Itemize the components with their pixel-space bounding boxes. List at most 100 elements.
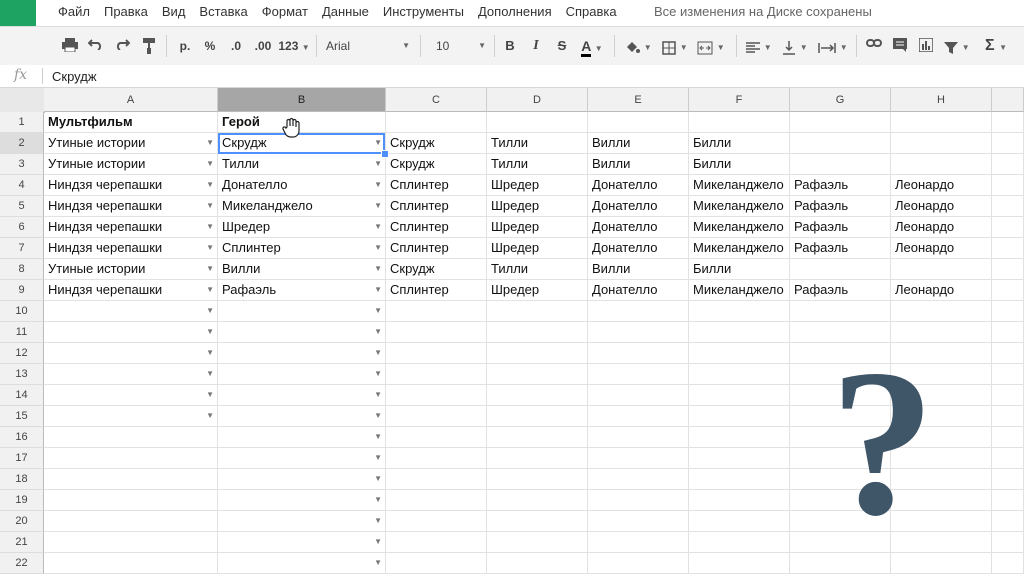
cell-f8[interactable]: Билли xyxy=(689,259,790,280)
cell-d14[interactable] xyxy=(487,385,588,406)
cell-c21[interactable] xyxy=(386,532,487,553)
cell-b17[interactable]: ▼ xyxy=(218,448,386,469)
dropdown-arrow-icon[interactable]: ▼ xyxy=(206,322,214,342)
dropdown-arrow-icon[interactable]: ▼ xyxy=(206,385,214,405)
cell-f1[interactable] xyxy=(689,112,790,133)
cell-e14[interactable] xyxy=(588,385,689,406)
horizontal-align-dropdown[interactable]: ▼ xyxy=(744,36,774,56)
cell-b4[interactable]: Донателло ▼ xyxy=(218,175,386,196)
menu-format[interactable]: Формат xyxy=(262,4,308,19)
cell-c6[interactable]: Сплинтер xyxy=(386,217,487,238)
cell-d3[interactable]: Тилли xyxy=(487,154,588,175)
cell-b13[interactable]: ▼ xyxy=(218,364,386,385)
row-header-2[interactable]: 2 xyxy=(0,133,44,154)
row-header-3[interactable]: 3 xyxy=(0,154,44,175)
cell-a4[interactable]: Ниндзя черепашки ▼ xyxy=(44,175,218,196)
cell-e10[interactable] xyxy=(588,301,689,322)
font-size-dropdown[interactable]: 10 ▼ xyxy=(430,36,490,56)
dropdown-arrow-icon[interactable]: ▼ xyxy=(374,343,382,363)
cell-f5[interactable]: Микеланджело xyxy=(689,196,790,217)
dropdown-arrow-icon[interactable]: ▼ xyxy=(374,364,382,384)
cell-e16[interactable] xyxy=(588,427,689,448)
cell-h6[interactable]: Леонардо xyxy=(891,217,992,238)
menu-data[interactable]: Данные xyxy=(322,4,369,19)
dropdown-arrow-icon[interactable]: ▼ xyxy=(374,280,382,300)
row-header-22[interactable]: 22 xyxy=(0,553,44,574)
cell-e21[interactable] xyxy=(588,532,689,553)
dropdown-arrow-icon[interactable]: ▼ xyxy=(374,238,382,258)
dropdown-arrow-icon[interactable]: ▼ xyxy=(374,301,382,321)
cell-g7[interactable]: Рафаэль xyxy=(790,238,891,259)
cell-d11[interactable] xyxy=(487,322,588,343)
cell-f7[interactable]: Микеланджело xyxy=(689,238,790,259)
cell-c12[interactable] xyxy=(386,343,487,364)
cell-a12[interactable]: ▼ xyxy=(44,343,218,364)
cell-a17[interactable] xyxy=(44,448,218,469)
cell-e8[interactable]: Вилли xyxy=(588,259,689,280)
sheets-logo[interactable] xyxy=(0,0,36,26)
cell-a16[interactable] xyxy=(44,427,218,448)
menu-help[interactable]: Справка xyxy=(566,4,617,19)
currency-button[interactable]: р. xyxy=(174,36,196,56)
column-header-f[interactable]: F xyxy=(689,88,790,112)
dropdown-arrow-icon[interactable]: ▼ xyxy=(206,259,214,279)
cell-b20[interactable]: ▼ xyxy=(218,511,386,532)
cell-c4[interactable]: Сплинтер xyxy=(386,175,487,196)
cell-c10[interactable] xyxy=(386,301,487,322)
column-header-a[interactable]: A xyxy=(44,88,218,112)
dropdown-arrow-icon[interactable]: ▼ xyxy=(374,427,382,447)
cell-g2[interactable] xyxy=(790,133,891,154)
cell-a11[interactable]: ▼ xyxy=(44,322,218,343)
cell-h5[interactable]: Леонардо xyxy=(891,196,992,217)
cell-c8[interactable]: Скрудж xyxy=(386,259,487,280)
cell-d12[interactable] xyxy=(487,343,588,364)
cell-c16[interactable] xyxy=(386,427,487,448)
cell-f21[interactable] xyxy=(689,532,790,553)
dropdown-arrow-icon[interactable]: ▼ xyxy=(374,406,382,426)
functions-dropdown[interactable]: Σ ▼ xyxy=(980,36,1012,56)
filter-dropdown[interactable]: ▼ xyxy=(940,36,974,56)
cell-e1[interactable] xyxy=(588,112,689,133)
cell-d16[interactable] xyxy=(487,427,588,448)
column-header-h[interactable]: H xyxy=(891,88,992,112)
menu-file[interactable]: Файл xyxy=(58,4,90,19)
dropdown-arrow-icon[interactable]: ▼ xyxy=(206,406,214,426)
cell-f15[interactable] xyxy=(689,406,790,427)
borders-dropdown[interactable]: ▼ xyxy=(660,36,690,56)
vertical-align-dropdown[interactable]: ▼ xyxy=(780,36,810,56)
dropdown-arrow-icon[interactable]: ▼ xyxy=(206,343,214,363)
merge-cells-dropdown[interactable]: ▼ xyxy=(694,36,728,56)
dropdown-arrow-icon[interactable]: ▼ xyxy=(206,238,214,258)
cell-b21[interactable]: ▼ xyxy=(218,532,386,553)
dropdown-arrow-icon[interactable]: ▼ xyxy=(206,280,214,300)
cell-f14[interactable] xyxy=(689,385,790,406)
dropdown-arrow-icon[interactable]: ▼ xyxy=(206,364,214,384)
row-header-12[interactable]: 12 xyxy=(0,343,44,364)
dropdown-arrow-icon[interactable]: ▼ xyxy=(374,490,382,510)
cell-h4[interactable]: Леонардо xyxy=(891,175,992,196)
cell-h7[interactable]: Леонардо xyxy=(891,238,992,259)
cell-d7[interactable]: Шредер xyxy=(487,238,588,259)
cell-b22[interactable]: ▼ xyxy=(218,553,386,574)
cell-d13[interactable] xyxy=(487,364,588,385)
dropdown-arrow-icon[interactable]: ▼ xyxy=(374,385,382,405)
cell-a20[interactable] xyxy=(44,511,218,532)
cell-d17[interactable] xyxy=(487,448,588,469)
cell-g6[interactable]: Рафаэль xyxy=(790,217,891,238)
cell-a3[interactable]: Утиные истории ▼ xyxy=(44,154,218,175)
paint-format-icon[interactable] xyxy=(139,36,159,56)
cell-b8[interactable]: Вилли ▼ xyxy=(218,259,386,280)
cell-e5[interactable]: Донателло xyxy=(588,196,689,217)
cell-a6[interactable]: Ниндзя черепашки ▼ xyxy=(44,217,218,238)
dropdown-arrow-icon[interactable]: ▼ xyxy=(206,154,214,174)
cell-h1[interactable] xyxy=(891,112,992,133)
dropdown-arrow-icon[interactable]: ▼ xyxy=(206,217,214,237)
cell-a1[interactable]: Мультфильм xyxy=(44,112,218,133)
cell-b16[interactable]: ▼ xyxy=(218,427,386,448)
cell-e17[interactable] xyxy=(588,448,689,469)
cell-h10[interactable] xyxy=(891,301,992,322)
font-family-dropdown[interactable]: Arial ▼ xyxy=(322,36,414,56)
cell-c22[interactable] xyxy=(386,553,487,574)
cell-b15[interactable]: ▼ xyxy=(218,406,386,427)
bold-button[interactable]: B xyxy=(500,36,520,56)
